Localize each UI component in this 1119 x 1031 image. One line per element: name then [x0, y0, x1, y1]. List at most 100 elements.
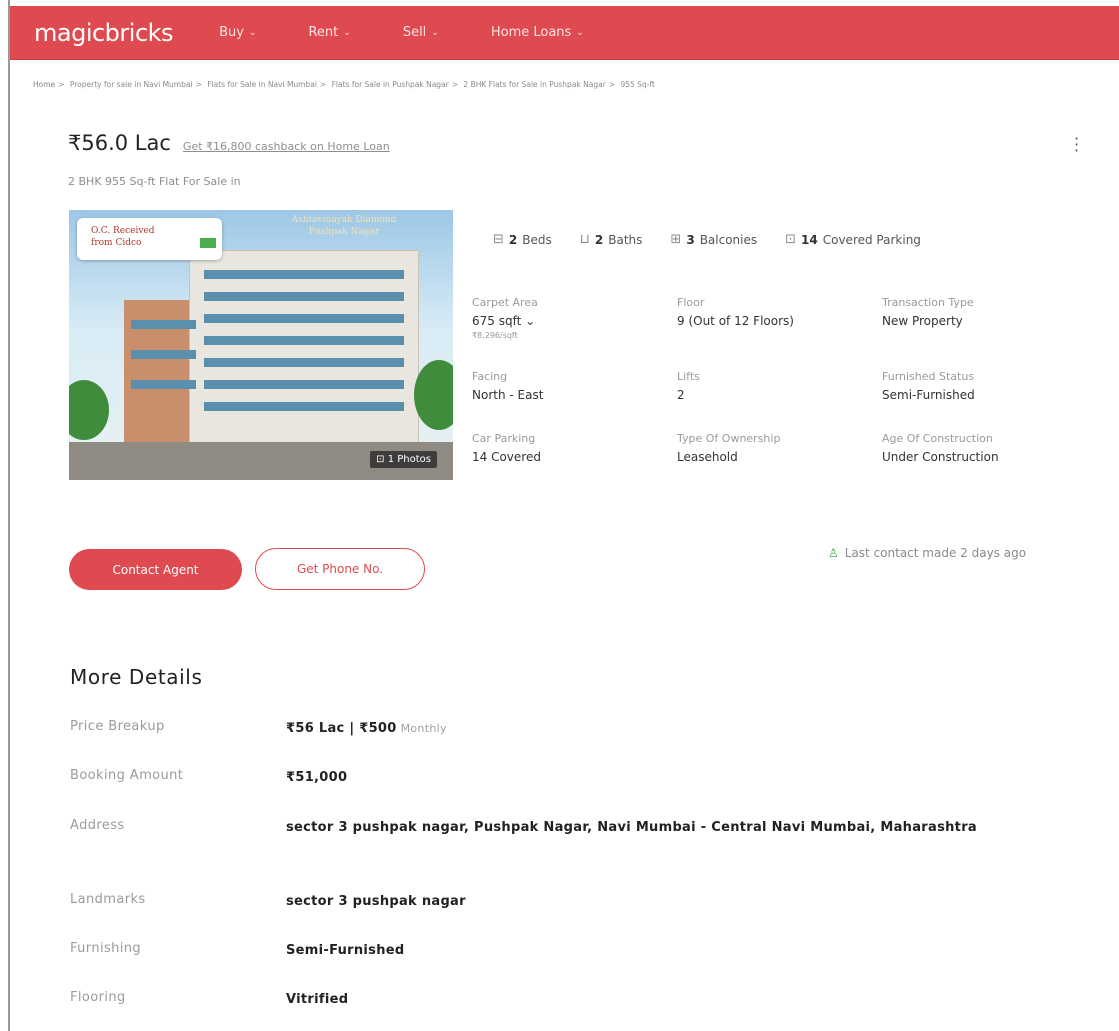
cashback-link[interactable]: Get ₹16,800 cashback on Home Loan	[183, 140, 390, 153]
property-info-grid: Carpet Area 675 sqft ⌄ ₹8,296/sqft Floor 9 (…	[472, 296, 1052, 464]
breadcrumb-current: 955 Sq-ft	[620, 80, 655, 89]
nav-buy[interactable]: Buy ⌄	[219, 25, 256, 40]
window-band	[204, 358, 404, 367]
breadcrumb-separator: >	[608, 80, 616, 89]
nav-sell-label: Sell	[402, 25, 427, 40]
amenity-item: ⊡ 14 Covered Parking	[785, 232, 921, 247]
amenity-label: Beds	[522, 232, 552, 247]
detail-value: New Property	[882, 314, 963, 328]
more-details-extra: Monthly	[400, 722, 447, 735]
nav-rent[interactable]: Rent ⌄	[308, 25, 350, 40]
property-detail-cell: Type Of Ownership Leasehold	[677, 432, 882, 464]
more-details-value-text: sector 3 pushpak nagar, Pushpak Nagar, N…	[286, 820, 977, 835]
bed-icon: ⊟	[493, 232, 504, 247]
nav-rent-label: Rent	[308, 25, 339, 40]
detail-subvalue: ₹8,296/sqft	[472, 331, 518, 340]
window-band	[204, 380, 404, 389]
more-details-key: Address	[70, 818, 125, 833]
get-phone-button[interactable]: Get Phone No.	[255, 548, 425, 590]
more-details-key: Flooring	[70, 990, 126, 1005]
detail-value: 9 (Out of 12 Floors)	[677, 314, 794, 328]
nav-home-loans-label: Home Loans	[490, 25, 572, 40]
more-details-row: Price Breakup ₹56 Lac | ₹500 Monthly	[70, 719, 1070, 739]
property-photo[interactable]: Ashtavinayak Diamond Pushpak Nagar O.C. …	[69, 210, 453, 480]
more-details-value: ₹51,000	[286, 768, 347, 788]
badge-line: from Cidco	[91, 238, 142, 248]
breadcrumb-link[interactable]: Flats for Sale in Pushpak Nagar	[332, 80, 449, 89]
building-illustration	[189, 250, 419, 450]
chevron-down-icon: ⌄	[431, 27, 439, 38]
magicbricks-logo[interactable]: magicbricks	[34, 19, 174, 47]
amenity-count: 3	[686, 232, 695, 247]
tree-illustration	[414, 360, 453, 430]
detail-value: 2	[677, 388, 685, 402]
more-details-value: sector 3 pushpak nagar, Pushpak Nagar, N…	[286, 818, 977, 838]
more-details-value: Semi-Furnished	[286, 941, 405, 961]
detail-label: Floor	[677, 296, 705, 309]
property-detail-cell: Carpet Area 675 sqft ⌄ ₹8,296/sqft	[472, 296, 677, 340]
window-edge	[8, 0, 10, 1031]
window-band	[131, 320, 196, 329]
property-detail-cell: Age Of Construction Under Construction	[882, 432, 1052, 464]
more-details-value-text: ₹51,000	[286, 770, 348, 785]
nav-home-loans[interactable]: Home Loans ⌄	[491, 25, 584, 40]
badge-line: O.C. Received	[91, 226, 155, 236]
amenity-count: 14	[801, 232, 818, 247]
contact-agent-button[interactable]: Contact Agent	[69, 549, 242, 590]
nav-buy-label: Buy	[219, 25, 244, 40]
breadcrumb-separator: >	[58, 80, 65, 89]
banner-line: Ashtavinayak Diamond	[291, 215, 397, 225]
window-band	[204, 270, 404, 279]
breadcrumb-link[interactable]: 2 BHK Flats for Sale in Pushpak Nagar	[463, 80, 605, 89]
last-contact-text: Last contact made 2 days ago	[844, 546, 1027, 560]
listing-price: ₹56.0 Lac	[68, 131, 171, 155]
parking-icon: ⊡	[785, 232, 797, 247]
chevron-down-icon: ⌄	[248, 27, 257, 38]
more-details-value-text: sector 3 pushpak nagar	[286, 894, 466, 909]
last-contact-info: ♙ Last contact made 2 days ago	[828, 546, 1026, 560]
more-details-value: sector 3 pushpak nagar	[286, 892, 466, 912]
window-band	[131, 380, 196, 389]
photos-count-badge[interactable]: ⊡ 1 Photos	[370, 451, 437, 468]
more-details-value: ₹56 Lac | ₹500 Monthly	[286, 719, 447, 739]
more-details-row: Flooring Vitrified	[70, 990, 1070, 1010]
window-band	[131, 350, 196, 359]
user-icon: ♙	[828, 546, 839, 560]
more-details-row: Furnishing Semi-Furnished	[70, 941, 1070, 961]
more-details-value-text: Vitrified	[286, 992, 349, 1007]
more-details-key: Booking Amount	[70, 768, 184, 783]
detail-label: Carpet Area	[472, 296, 538, 309]
property-detail-cell: Lifts 2	[677, 370, 882, 402]
breadcrumb-separator: >	[319, 80, 327, 89]
detail-label: Facing	[472, 370, 508, 383]
property-detail-cell: Car Parking 14 Covered	[472, 432, 677, 464]
more-details-row: Booking Amount ₹51,000	[70, 768, 1070, 788]
detail-value[interactable]: 675 sqft ⌄	[472, 314, 677, 328]
project-banner: Ashtavinayak Diamond Pushpak Nagar	[244, 214, 444, 238]
detail-label: Lifts	[677, 370, 700, 383]
amenities-row: ⊟ 2 Beds ⊔ 2 Baths ⊞ 3 Balconies ⊡ 14 Covered Parki…	[493, 232, 921, 247]
nav-sell[interactable]: Sell ⌄	[403, 25, 439, 40]
property-detail-cell: Transaction Type New Property	[882, 296, 1052, 340]
photos-count-label: 1 Photos	[387, 454, 431, 465]
bath-icon: ⊔	[579, 232, 590, 247]
breadcrumb-separator: >	[451, 80, 459, 89]
more-details-value: Vitrified	[286, 990, 348, 1010]
detail-label: Car Parking	[472, 432, 536, 445]
balcony-icon: ⊞	[670, 232, 682, 247]
breadcrumb-link[interactable]: Flats for Sale in Navi Mumbai	[207, 80, 317, 89]
detail-value: Under Construction	[882, 450, 999, 464]
breadcrumb-link[interactable]: Property for sale in Navi Mumbai	[70, 80, 193, 89]
detail-label: Transaction Type	[882, 296, 974, 309]
detail-value: Leasehold	[677, 450, 738, 464]
more-details-title: More Details	[70, 665, 203, 689]
amenity-label: Baths	[608, 232, 643, 247]
price-row: ₹56.0 Lac Get ₹16,800 cashback on Home L…	[68, 131, 390, 155]
more-details-key: Furnishing	[70, 941, 142, 956]
more-details-value-text: ₹56 Lac | ₹500	[286, 721, 397, 736]
property-detail-cell: Floor 9 (Out of 12 Floors)	[677, 296, 882, 340]
breadcrumb-link[interactable]: Home	[33, 80, 55, 89]
oc-received-badge: O.C. Received from Cidco	[77, 218, 222, 260]
more-options-icon[interactable]: · · ·	[1074, 131, 1079, 159]
chevron-down-icon: ⌄	[576, 27, 584, 38]
